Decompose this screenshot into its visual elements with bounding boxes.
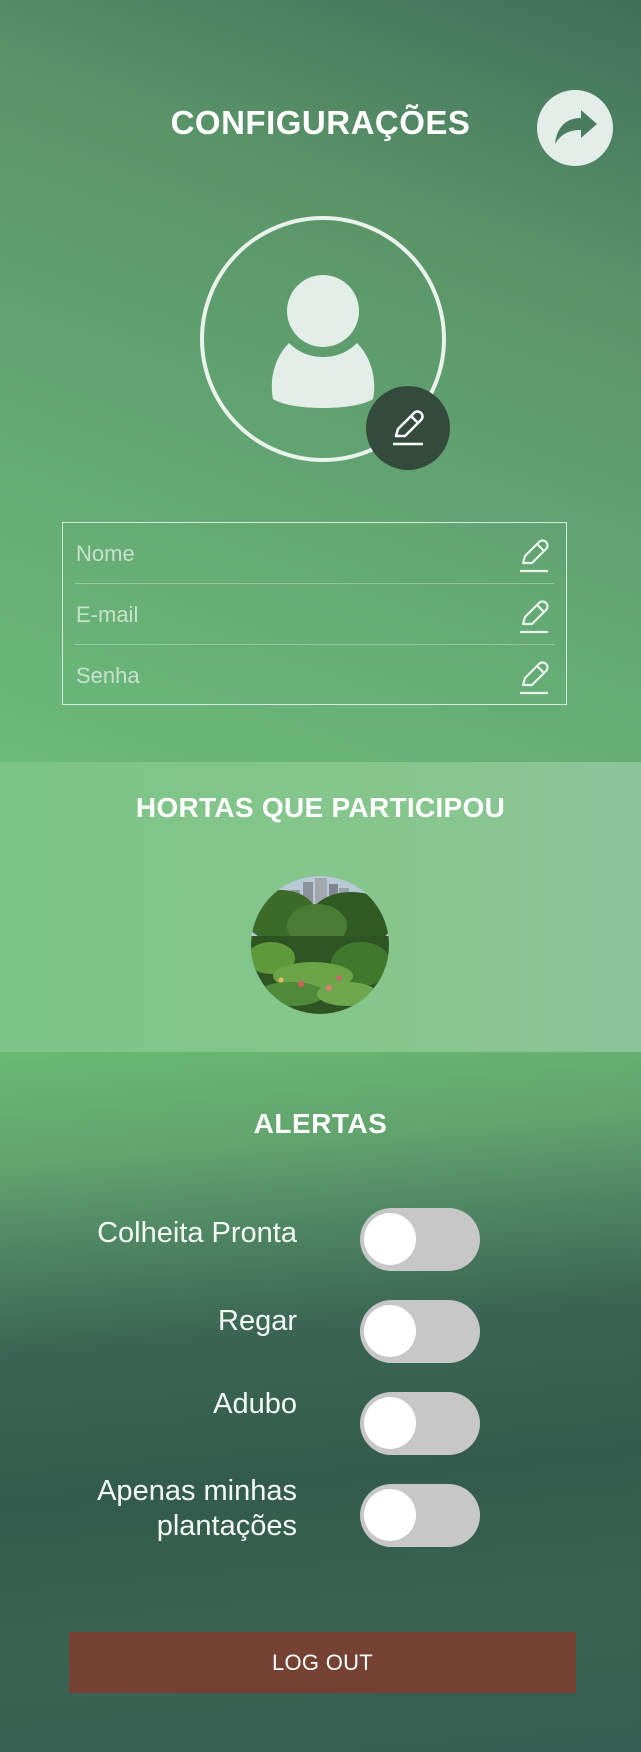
gardens-title: HORTAS QUE PARTICIPOU (135, 792, 506, 823)
alert-label-colheita: Colheita Pronta (97, 1216, 297, 1251)
settings-screen: CONFIGURAÇÕES Nome E-mail Senha HORTAS Q… (0, 0, 641, 1752)
edit-name-button[interactable] (518, 538, 550, 579)
alert-label-line: Colheita Pronta (97, 1217, 297, 1249)
logout-button[interactable]: LOG OUT (69, 1632, 576, 1693)
pencil-icon (520, 539, 549, 573)
email-field-placeholder: E-mail (76, 602, 139, 627)
password-field-placeholder: Senha (76, 663, 140, 688)
toggle-knob (364, 1489, 416, 1541)
alert-label-adubo: Adubo (213, 1387, 297, 1422)
email-field[interactable]: E-mail (75, 584, 554, 645)
name-field-placeholder: Nome (76, 541, 135, 566)
password-field[interactable]: Senha (75, 645, 554, 705)
toggle-knob (364, 1305, 416, 1357)
pencil-icon (520, 661, 549, 695)
toggle-colheita-pronta[interactable] (360, 1208, 480, 1271)
garden-photo (251, 876, 389, 1014)
toggle-knob (364, 1213, 416, 1265)
alert-label-line: plantações (156, 1510, 297, 1542)
garden-thumbnail[interactable] (251, 876, 389, 1014)
edit-photo-button[interactable] (366, 386, 450, 470)
alert-label-line: Regar (218, 1305, 297, 1337)
pencil-icon (520, 600, 549, 634)
alert-label-apenas-minhas: Apenas minhas plantações (97, 1474, 297, 1544)
name-field[interactable]: Nome (75, 523, 554, 584)
share-arrow-icon (555, 110, 597, 144)
profile-section: CONFIGURAÇÕES Nome E-mail Senha (0, 0, 641, 762)
profile-fields: Nome E-mail Senha (62, 522, 567, 705)
toggle-knob (364, 1397, 416, 1449)
toggle-apenas-minhas-plantacoes[interactable] (360, 1484, 480, 1547)
alert-label-line: Adubo (213, 1388, 297, 1420)
toggle-adubo[interactable] (360, 1392, 480, 1455)
alerts-title: ALERTAS (253, 1108, 388, 1139)
gardens-section: HORTAS QUE PARTICIPOU (0, 762, 641, 1052)
edit-password-button[interactable] (518, 660, 550, 701)
share-button[interactable] (537, 90, 613, 166)
pencil-icon (393, 410, 424, 446)
user-silhouette-icon (271, 275, 375, 408)
edit-email-button[interactable] (518, 599, 550, 640)
toggle-regar[interactable] (360, 1300, 480, 1363)
alert-label-regar: Regar (218, 1304, 297, 1339)
alert-label-line: Apenas minhas (97, 1475, 297, 1507)
